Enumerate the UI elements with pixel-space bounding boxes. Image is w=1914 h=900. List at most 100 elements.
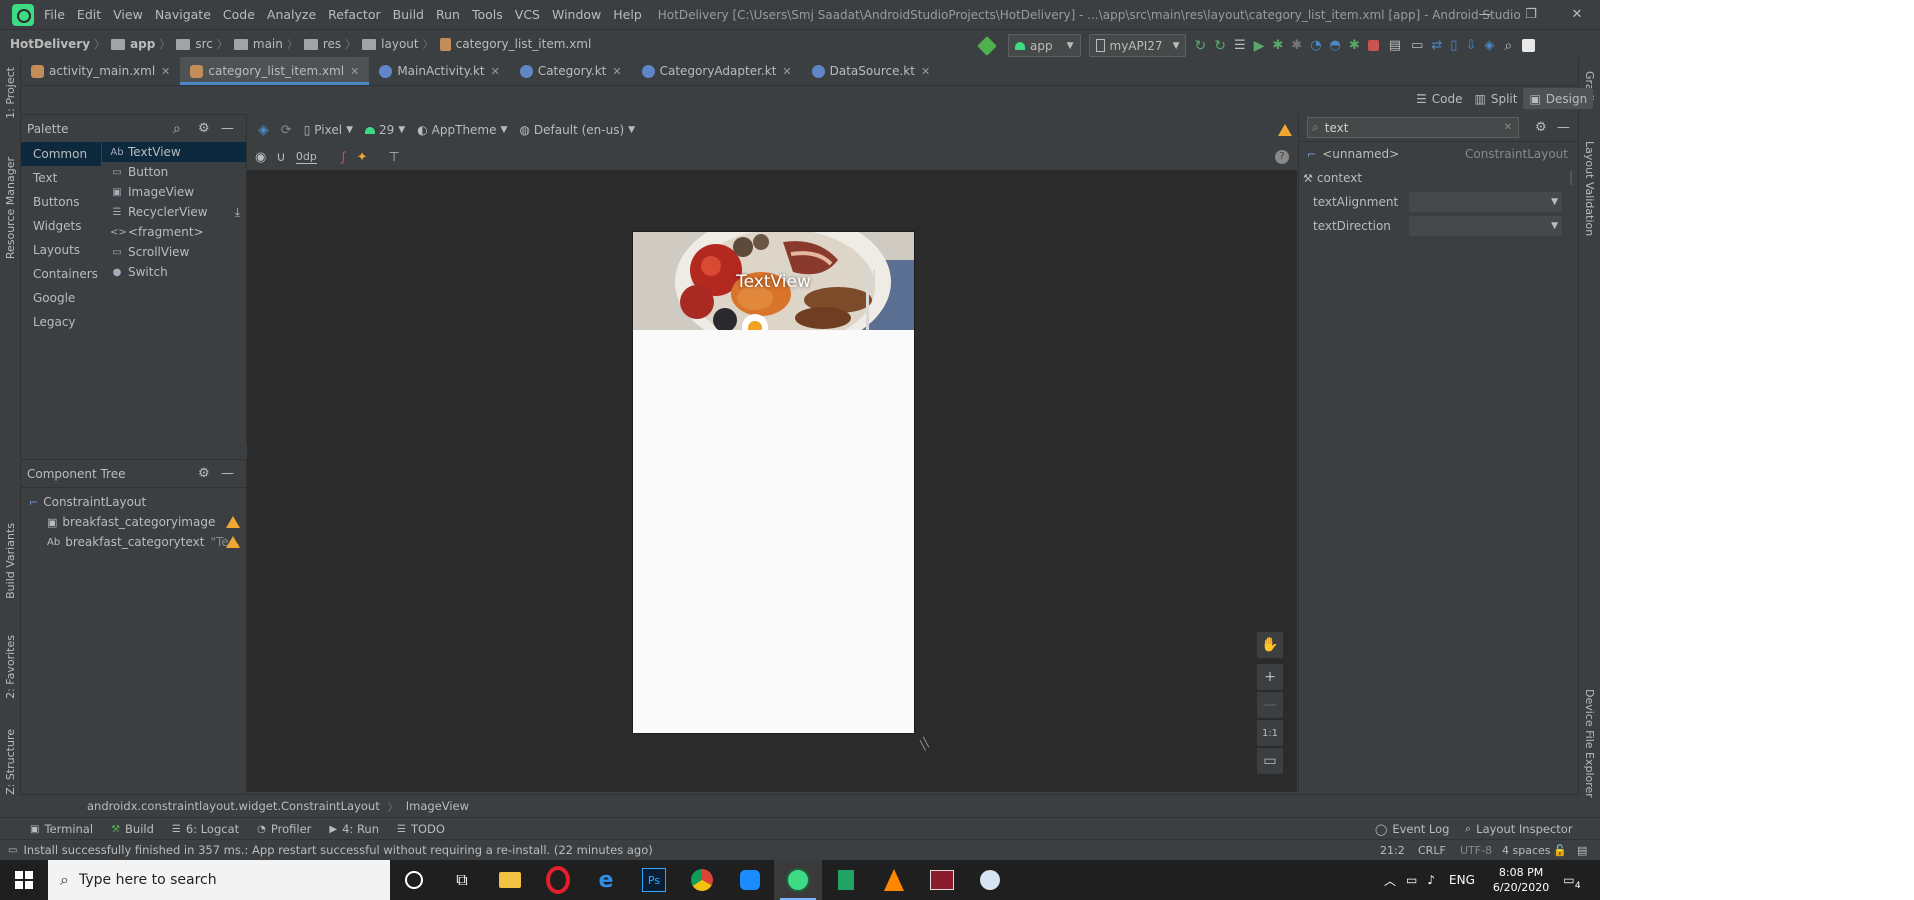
design-surface-icon[interactable]: ◈	[258, 122, 269, 138]
design-view-button[interactable]: ▣ Design	[1523, 88, 1594, 109]
taskbar-search[interactable]: ⌕ Type here to search	[48, 860, 390, 900]
palette-category-google[interactable]: Google	[21, 286, 101, 310]
magnet-icon[interactable]: ∪	[276, 150, 286, 165]
side-tab-build-variants[interactable]: Build Variants	[4, 523, 17, 599]
opera-app[interactable]	[534, 860, 582, 900]
menu-code[interactable]: Code	[217, 0, 261, 29]
close-icon[interactable]: ✕	[350, 65, 359, 78]
theme-select[interactable]: ◐ AppTheme ▼	[411, 120, 513, 141]
split-view-button[interactable]: ▥ Split	[1469, 88, 1524, 109]
maximize-button[interactable]: ❐	[1508, 0, 1554, 29]
chevron-down-icon[interactable]: ▼	[1551, 197, 1558, 207]
layout-editor-icon[interactable]: ▭	[1411, 38, 1423, 53]
palette-widget-button[interactable]: ▭ Button	[102, 162, 246, 182]
start-button[interactable]	[0, 860, 48, 900]
palette-widget-recyclerview[interactable]: ☰ RecyclerView ⤓	[102, 202, 246, 222]
infer-constraints-icon[interactable]: ✦	[357, 150, 368, 165]
menu-refactor[interactable]: Refactor	[322, 0, 386, 29]
indent-setting[interactable]: 4 spaces	[1502, 844, 1551, 857]
locale-select[interactable]: ◍ Default (en-us) ▼	[513, 120, 641, 141]
menu-view[interactable]: View	[107, 0, 149, 29]
minimize-panel-icon[interactable]: —	[221, 466, 234, 481]
palette-widget-switch[interactable]: ● Switch	[102, 262, 246, 282]
breadcrumb-project[interactable]: HotDelivery	[10, 37, 90, 51]
device-select[interactable]: myAPI27 ▼	[1088, 34, 1187, 57]
gear-icon[interactable]: ⚙	[198, 121, 210, 136]
pan-hand-icon[interactable]: ✋	[1257, 632, 1283, 658]
menu-run[interactable]: Run	[430, 0, 466, 29]
breadcrumb-file[interactable]: category_list_item.xml	[456, 37, 592, 51]
breadcrumb-src[interactable]: src	[195, 37, 213, 51]
menu-analyze[interactable]: Analyze	[261, 0, 322, 29]
menu-tools[interactable]: Tools	[466, 0, 509, 29]
logcat-tab[interactable]: ☰ 6: Logcat	[172, 822, 239, 836]
zoom-to-fit-button[interactable]: 1:1	[1257, 720, 1283, 746]
tree-node-categoryimage[interactable]: ▣ breakfast_categoryimage	[21, 512, 246, 532]
file-explorer-app[interactable]	[486, 860, 534, 900]
menu-window[interactable]: Window	[546, 0, 607, 29]
tab-activity-main[interactable]: activity_main.xml ✕	[21, 57, 180, 85]
attach-process-icon[interactable]: ✱	[1349, 38, 1360, 53]
menu-help[interactable]: Help	[607, 0, 648, 29]
warning-icon[interactable]	[226, 516, 240, 528]
attributes-search-field[interactable]: ⌕ text ✕	[1307, 117, 1519, 138]
close-icon[interactable]: ✕	[921, 65, 930, 78]
caret-position[interactable]: 21:2	[1380, 844, 1405, 857]
breadcrumb-app[interactable]: app	[130, 37, 155, 51]
chrome-app[interactable]	[678, 860, 726, 900]
sync-gradle-icon[interactable]: ⇄	[1431, 38, 1442, 53]
default-margin-field[interactable]: 0dp	[295, 150, 317, 164]
notification-icon[interactable]: ▭ 4	[1563, 873, 1580, 891]
text-alignment-select[interactable]	[1409, 192, 1562, 212]
category-text-preview[interactable]: TextView	[633, 272, 914, 292]
run-icon[interactable]: ▶	[1254, 38, 1265, 54]
tree-node-categorytext[interactable]: Ab breakfast_categorytext "Te...	[21, 532, 246, 552]
palette-category-common[interactable]: Common	[21, 142, 101, 166]
minimize-button[interactable]: —	[1462, 0, 1508, 29]
warning-icon[interactable]	[1278, 124, 1292, 136]
volume-icon[interactable]: ♪	[1427, 873, 1435, 887]
layout-inspector-tab[interactable]: ⌕ Layout Inspector	[1465, 822, 1573, 836]
network-icon[interactable]: ▭	[1406, 873, 1417, 887]
breadcrumb-constraintlayout[interactable]: androidx.constraintlayout.widget.Constra…	[87, 799, 380, 813]
side-tab-project[interactable]: 1: Project	[4, 67, 17, 119]
vlc-app[interactable]	[870, 860, 918, 900]
gear-icon[interactable]: ⚙	[198, 466, 210, 481]
avd-manager-icon[interactable]: ▯	[1450, 38, 1457, 53]
menu-edit[interactable]: Edit	[71, 0, 107, 29]
zoom-in-button[interactable]: +	[1257, 664, 1283, 690]
apply-changes-icon[interactable]: ↻	[1194, 38, 1206, 54]
coverage-icon[interactable]: ☰	[1234, 38, 1246, 53]
palette-widget-imageview[interactable]: ▣ ImageView	[102, 182, 246, 202]
palette-widget-scrollview[interactable]: ▭ ScrollView	[102, 242, 246, 262]
attr-row-text-alignment[interactable]: textAlignment ▼	[1299, 190, 1578, 214]
side-tab-structure[interactable]: Z: Structure	[4, 729, 17, 795]
account-icon[interactable]	[1522, 39, 1536, 52]
sdk-manager-alt-icon[interactable]: ◈	[1484, 38, 1494, 53]
side-tab-resource-manager[interactable]: Resource Manager	[4, 157, 17, 259]
edge-app[interactable]: e	[582, 860, 630, 900]
palette-category-layouts[interactable]: Layouts	[21, 238, 101, 262]
photoshop-app[interactable]: Ps	[630, 860, 678, 900]
orientation-icon[interactable]: ⟳	[281, 123, 292, 138]
paint-app[interactable]	[966, 860, 1014, 900]
clear-constraints-icon[interactable]: ∫	[340, 150, 347, 165]
minimize-panel-icon[interactable]: —	[1557, 120, 1570, 135]
run-config-select[interactable]: app ▼	[1008, 34, 1081, 57]
palette-category-legacy[interactable]: Legacy	[21, 310, 101, 334]
breadcrumb-layout[interactable]: layout	[381, 37, 418, 51]
zoom-actual-icon[interactable]: ▭	[1257, 748, 1283, 774]
close-icon[interactable]: ✕	[612, 65, 621, 78]
gear-icon[interactable]: ⚙	[1535, 120, 1547, 135]
tab-main-activity[interactable]: MainActivity.kt ✕	[369, 57, 510, 85]
profile-icon[interactable]: ◔	[1310, 38, 1321, 53]
sdk-manager-icon[interactable]: ⇩	[1465, 38, 1476, 53]
line-separator[interactable]: CRLF	[1418, 844, 1446, 857]
tab-category-list-item[interactable]: category_list_item.xml ✕	[180, 57, 370, 85]
device-select[interactable]: ▯ Pixel ▼	[298, 120, 359, 141]
terminal-tab[interactable]: ▣ Terminal	[30, 822, 93, 836]
profiler-tab[interactable]: ◔ Profiler	[257, 822, 311, 836]
close-icon[interactable]: ✕	[782, 65, 791, 78]
breadcrumb-imageview[interactable]: ImageView	[406, 799, 469, 813]
code-view-button[interactable]: ☰ Code	[1410, 88, 1469, 109]
